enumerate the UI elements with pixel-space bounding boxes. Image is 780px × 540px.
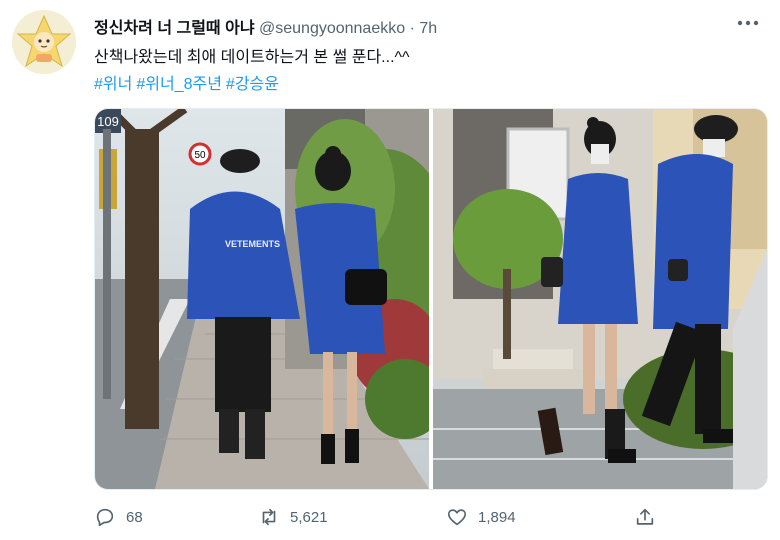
author-handle[interactable]: @seungyoonnaekko xyxy=(259,20,405,37)
pole-sign-number: 109 xyxy=(97,114,119,129)
author-display-name[interactable]: 정신차려 너 그럴때 아냐 xyxy=(94,20,255,37)
action-bar: 68 5,621 1,894 xyxy=(94,506,754,532)
hashtag-list: #위너 #위너_8주년 #강승윤 xyxy=(94,70,283,94)
tweet-header: 정신차려 너 그럴때 아냐 @seungyoonnaekko · 7h xyxy=(94,14,437,38)
retweet-button[interactable]: 5,621 xyxy=(258,506,328,528)
reply-count: 68 xyxy=(126,508,143,526)
avatar-illustration xyxy=(12,10,76,74)
photo-left[interactable]: 109 50 VETEMENTS xyxy=(95,109,455,489)
reply-button[interactable]: 68 xyxy=(94,506,143,528)
like-count: 1,894 xyxy=(478,508,516,526)
tweet-text: 산책나왔는데 최애 데이트하는거 본 썰 푼다...^^ xyxy=(94,49,410,66)
avatar[interactable] xyxy=(12,10,76,74)
photo-right-image xyxy=(433,109,767,489)
hashtag-winner[interactable]: #위너 xyxy=(94,76,132,93)
share-button[interactable] xyxy=(634,506,656,528)
separator-dot: · xyxy=(409,20,415,37)
share-icon xyxy=(636,508,654,525)
more-options-button[interactable] xyxy=(734,12,762,34)
reply-icon xyxy=(96,508,114,527)
photo-right[interactable] xyxy=(433,109,767,489)
retweet-count: 5,621 xyxy=(290,508,328,526)
hashtag-kang-seungyoon[interactable]: #강승윤 xyxy=(226,76,279,93)
speed-limit-sign: 50 xyxy=(194,150,206,161)
jacket-text: VETEMENTS xyxy=(225,239,280,249)
photo-left-image: 109 50 VETEMENTS xyxy=(95,109,455,489)
tweet-card: 정신차려 너 그럴때 아냐 @seungyoonnaekko · 7h 산책나왔… xyxy=(0,0,780,540)
tweet-timestamp[interactable]: 7h xyxy=(419,20,437,37)
retweet-icon xyxy=(262,508,276,526)
media-grid: 109 50 VETEMENTS xyxy=(94,108,768,490)
more-icon xyxy=(737,20,759,26)
hashtag-winner-8th[interactable]: #위너_8주년 xyxy=(136,76,222,93)
like-button[interactable]: 1,894 xyxy=(446,506,516,528)
heart-icon xyxy=(447,509,467,526)
